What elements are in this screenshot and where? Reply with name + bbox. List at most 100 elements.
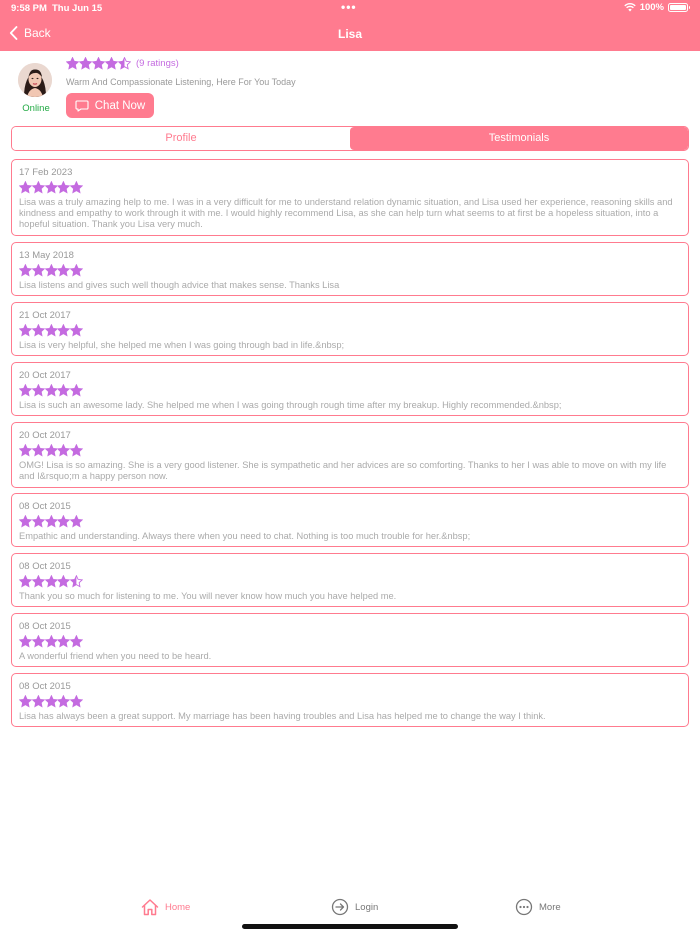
testimonial-stars xyxy=(19,181,681,195)
avatar xyxy=(18,63,52,97)
testimonial-card: 08 Oct 2015 Thank you so much for listeni… xyxy=(11,553,689,607)
testimonial-date: 08 Oct 2015 xyxy=(19,561,71,572)
ratings-count[interactable]: (9 ratings) xyxy=(136,58,179,69)
testimonial-date: 13 May 2018 xyxy=(19,250,74,261)
tab-login-label: Login xyxy=(355,901,379,913)
star-icon xyxy=(44,384,58,397)
testimonial-stars xyxy=(19,444,681,458)
star-icon xyxy=(19,444,32,457)
star-half-icon xyxy=(118,57,131,70)
testimonial-stars xyxy=(19,515,681,529)
testimonial-text: OMG! Lisa is so amazing. She is a very g… xyxy=(19,460,667,481)
star-icon xyxy=(44,695,58,708)
star-icon xyxy=(57,515,71,528)
tab-more[interactable]: More xyxy=(515,898,561,916)
status-bar: 9:58 PM Thu Jun 15 ••• 100% xyxy=(0,0,700,16)
star-icon xyxy=(19,324,32,337)
star-icon xyxy=(105,57,118,70)
page-title: Lisa xyxy=(337,27,362,41)
star-icon xyxy=(19,181,32,194)
star-icon xyxy=(44,575,58,588)
star-icon xyxy=(31,695,45,708)
house-icon xyxy=(141,899,159,916)
star-half-icon xyxy=(70,575,83,588)
arrow-right-circle-icon xyxy=(331,898,349,916)
star-icon xyxy=(19,575,32,588)
testimonial-date: 17 Feb 2023 xyxy=(19,167,73,178)
tab-more-label: More xyxy=(539,901,561,913)
star-icon xyxy=(70,264,83,277)
testimonial-stars xyxy=(19,384,681,398)
star-icon xyxy=(70,515,83,528)
chat-now-label: Chat Now xyxy=(94,99,146,112)
testimonial-text: Lisa has always been a great support. My… xyxy=(19,711,546,721)
ellipsis-circle-icon xyxy=(515,898,533,916)
star-icon xyxy=(57,324,71,337)
testimonial-date: 08 Oct 2015 xyxy=(19,621,71,632)
speech-bubble-icon xyxy=(75,99,89,112)
testimonial-text: A wonderful friend when you need to be h… xyxy=(19,651,212,661)
testimonial-stars xyxy=(19,575,681,589)
star-icon xyxy=(19,695,32,708)
testimonial-date: 08 Oct 2015 xyxy=(19,501,71,512)
profile-tabs: Profile Testimonials xyxy=(11,126,689,151)
star-icon xyxy=(79,57,92,70)
star-icon xyxy=(31,181,45,194)
star-icon xyxy=(57,444,71,457)
star-icon xyxy=(31,444,45,457)
star-icon xyxy=(70,695,83,708)
star-icon xyxy=(57,635,71,648)
star-icon xyxy=(31,264,45,277)
testimonial-date: 20 Oct 2017 xyxy=(19,370,71,381)
star-icon xyxy=(44,635,58,648)
battery-percent: 100% xyxy=(639,2,664,13)
multitasking-dots-icon[interactable]: ••• xyxy=(341,0,357,14)
home-indicator xyxy=(242,924,458,929)
status-indicators: 100% xyxy=(623,2,690,13)
tab-testimonials[interactable]: Testimonials xyxy=(350,127,688,150)
star-icon xyxy=(70,635,83,648)
testimonial-card: 08 Oct 2015 Empathic and understanding. A… xyxy=(11,493,689,547)
star-icon xyxy=(19,264,32,277)
testimonial-text: Empathic and understanding. Always there… xyxy=(19,531,471,541)
star-icon xyxy=(19,635,32,648)
testimonial-date: 20 Oct 2017 xyxy=(19,430,71,441)
testimonial-text: Thank you so much for listening to me. Y… xyxy=(19,591,397,601)
tab-home-label: Home xyxy=(165,901,191,913)
online-status: Online xyxy=(22,103,50,114)
star-icon xyxy=(44,264,58,277)
testimonial-text: Lisa is such an awesome lady. She helped… xyxy=(19,400,562,410)
tab-profile[interactable]: Profile xyxy=(12,127,350,150)
tab-login[interactable]: Login xyxy=(331,898,378,916)
star-icon xyxy=(44,515,58,528)
star-icon xyxy=(19,515,32,528)
star-icon xyxy=(31,635,45,648)
star-icon xyxy=(66,57,79,70)
testimonial-text: Lisa was a truly amazing help to me. I w… xyxy=(19,197,673,229)
star-icon xyxy=(70,444,83,457)
star-icon xyxy=(44,181,58,194)
star-icon xyxy=(31,575,45,588)
wifi-icon xyxy=(623,3,636,12)
star-icon xyxy=(92,57,105,70)
star-icon xyxy=(57,575,71,588)
star-icon xyxy=(44,324,58,337)
testimonial-text: Lisa listens and gives such well though … xyxy=(19,280,340,290)
battery-icon xyxy=(668,3,690,12)
header: 9:58 PM Thu Jun 15 ••• 100% Back Lisa xyxy=(0,0,700,51)
star-icon xyxy=(57,695,71,708)
testimonial-stars xyxy=(19,264,681,278)
testimonial-card: 13 May 2018 Lisa listens and gives such w… xyxy=(11,242,689,296)
star-icon xyxy=(57,264,71,277)
status-time: 9:58 PM xyxy=(11,3,47,14)
testimonial-card: 17 Feb 2023 Lisa was a truly amazing help… xyxy=(11,159,689,236)
star-icon xyxy=(31,324,45,337)
testimonial-card: 20 Oct 2017 Lisa is such an awesome lady.… xyxy=(11,362,689,416)
testimonial-card: 21 Oct 2017 Lisa is very helpful, she hel… xyxy=(11,302,689,356)
testimonial-text: Lisa is very helpful, she helped me when… xyxy=(19,340,345,350)
tab-home[interactable]: Home xyxy=(141,898,190,916)
testimonial-date: 21 Oct 2017 xyxy=(19,310,71,321)
chat-now-button[interactable]: Chat Now xyxy=(66,93,154,118)
star-icon xyxy=(44,444,58,457)
star-icon xyxy=(31,515,45,528)
